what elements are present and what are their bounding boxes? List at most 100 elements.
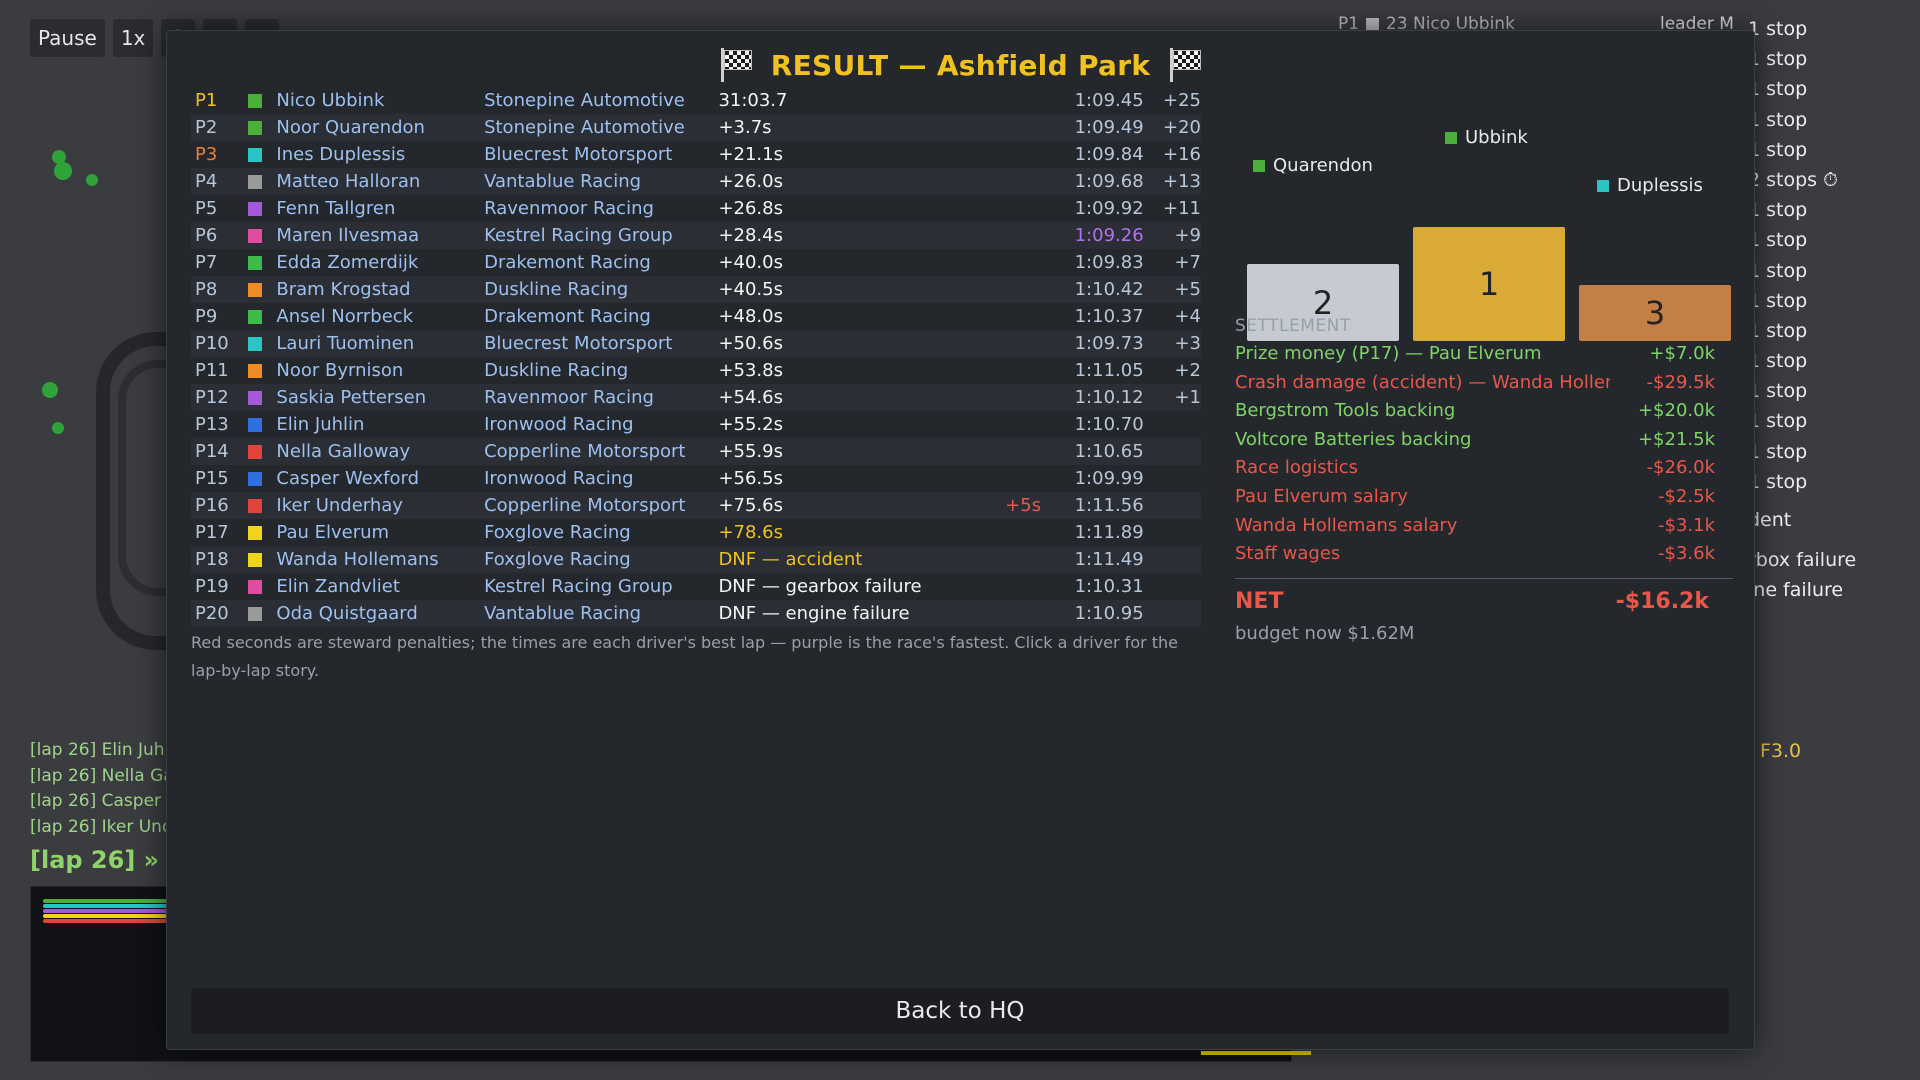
- driver-name[interactable]: Elin Juhlin: [276, 414, 484, 435]
- best-lap-time: 1:10.42: [1074, 279, 1144, 300]
- driver-name[interactable]: Fenn Tallgren: [276, 198, 484, 219]
- best-lap-time: 1:10.37: [1074, 306, 1144, 327]
- result-row[interactable]: P9 Ansel Norrbeck Drakemont Racing +48.0s 1:…: [191, 303, 1201, 330]
- driver-name[interactable]: Lauri Tuominen: [276, 333, 484, 354]
- driver-name[interactable]: Bram Krogstad: [276, 279, 484, 300]
- result-row[interactable]: P18 Wanda Hollemans Foxglove Racing DNF — a…: [191, 546, 1201, 573]
- best-lap-time: 1:09.84: [1074, 144, 1144, 165]
- divider: [1235, 577, 1733, 579]
- pause-button[interactable]: Pause: [30, 19, 105, 57]
- driver-name[interactable]: Iker Underhay: [276, 495, 484, 516]
- race-gap: +40.5s: [718, 279, 783, 300]
- result-row[interactable]: P10 Lauri Tuominen Bluecrest Motorsport +50…: [191, 330, 1201, 357]
- back-to-hq-button[interactable]: Back to HQ: [191, 988, 1729, 1034]
- team-name: Drakemont Racing: [484, 306, 651, 327]
- driver-name[interactable]: Elin Zandvliet: [276, 576, 484, 597]
- position-label: P12: [195, 387, 229, 408]
- team-name: Ravenmoor Racing: [484, 387, 654, 408]
- result-row[interactable]: P16 Iker Underhay Copperline Motorsport +75…: [191, 492, 1201, 519]
- driver-name[interactable]: Ines Duplessis: [276, 144, 484, 165]
- position-label: P13: [195, 414, 229, 435]
- pit-stop-label: 1 stop: [1748, 138, 1808, 161]
- best-lap-time: 1:11.05: [1074, 360, 1144, 381]
- best-lap-time: 1:11.56: [1074, 495, 1144, 516]
- result-row[interactable]: P17 Pau Elverum Foxglove Racing +78.6s 1:11.…: [191, 519, 1201, 546]
- result-row[interactable]: P14 Nella Galloway Copperline Motorsport +5…: [191, 438, 1201, 465]
- driver-name[interactable]: Wanda Hollemans: [276, 549, 484, 570]
- race-gap: +48.0s: [718, 306, 783, 327]
- settlement-label: Bergstrom Tools backing: [1235, 400, 1456, 422]
- result-row[interactable]: P11 Noor Byrnison Duskline Racing +53.8s 1:1…: [191, 357, 1201, 384]
- result-row[interactable]: P13 Elin Juhlin Ironwood Racing +55.2s 1:10.…: [191, 411, 1201, 438]
- team-name: Ironwood Racing: [484, 414, 634, 435]
- result-row[interactable]: P7 Edda Zomerdijk Drakemont Racing +40.0s 1:…: [191, 249, 1201, 276]
- points-awarded: +20: [1163, 117, 1202, 138]
- race-gap: DNF — engine failure: [718, 603, 910, 624]
- points-awarded: +2: [1174, 360, 1202, 381]
- settlement-amount: +$20.0k: [1637, 400, 1715, 422]
- best-lap-time: 1:09.99: [1074, 468, 1144, 489]
- result-row[interactable]: P3 Ines Duplessis Bluecrest Motorsport +21.…: [191, 141, 1201, 168]
- driver-name[interactable]: Oda Quistgaard: [276, 603, 484, 624]
- result-row[interactable]: P15 Casper Wexford Ironwood Racing +56.5s 1:…: [191, 465, 1201, 492]
- settlement-label: Voltcore Batteries backing: [1235, 428, 1472, 450]
- team-name: Drakemont Racing: [484, 252, 651, 273]
- team-color-swatch: [248, 201, 263, 216]
- checkered-flag-icon: [1168, 48, 1202, 82]
- settlement-label: Wanda Hollemans salary: [1235, 514, 1458, 536]
- podium-first-label: Ubbink: [1445, 127, 1528, 148]
- driver-name[interactable]: Ansel Norrbeck: [276, 306, 484, 327]
- pit-stop-column: 1 stop 1 stop 1 stop 1 stop 1 stop 2 stops ⏱ 1…: [1748, 17, 1908, 609]
- pit-stop-label: 1 stop: [1748, 319, 1808, 342]
- driver-name[interactable]: Edda Zomerdijk: [276, 252, 484, 273]
- settlement-label: Pau Elverum salary: [1235, 485, 1408, 507]
- settlement-panel: SETTLEMENT Prize money (P17) — Pau Elver…: [1235, 309, 1735, 649]
- car-marker: [54, 162, 72, 180]
- team-color-swatch: [248, 255, 263, 270]
- driver-name[interactable]: Maren Ilvesmaa: [276, 225, 484, 246]
- team-name: Copperline Motorsport: [484, 495, 686, 516]
- pit-stop-label: ine failure: [1748, 579, 1844, 602]
- settlement-line: Race logistics -$26.0k: [1235, 457, 1735, 486]
- best-lap-time: 1:10.70: [1074, 414, 1144, 435]
- settlement-label: Staff wages: [1235, 543, 1341, 565]
- result-row[interactable]: P20 Oda Quistgaard Vantablue Racing DNF — e…: [191, 600, 1201, 627]
- net-label: NET: [1235, 588, 1284, 614]
- result-row[interactable]: P1 Nico Ubbink Stonepine Automotive 31:03.7…: [191, 87, 1201, 114]
- driver-name[interactable]: Matteo Halloran: [276, 171, 484, 192]
- car-marker: [86, 174, 98, 186]
- result-row[interactable]: P2 Noor Quarendon Stonepine Automotive +3.7…: [191, 114, 1201, 141]
- podium-second-name: Quarendon: [1273, 155, 1373, 176]
- pit-stop-label: rbox failure: [1748, 549, 1857, 572]
- result-row[interactable]: P8 Bram Krogstad Duskline Racing +40.5s 1:10…: [191, 276, 1201, 303]
- team-color-swatch: [248, 471, 263, 486]
- settlement-line: Prize money (P17) — Pau Elverum +$7.0k: [1235, 343, 1735, 372]
- result-row[interactable]: P12 Saskia Pettersen Ravenmoor Racing +54.6…: [191, 384, 1201, 411]
- driver-name[interactable]: Casper Wexford: [276, 468, 484, 489]
- best-lap-time: 1:10.31: [1074, 576, 1144, 597]
- result-row[interactable]: P5 Fenn Tallgren Ravenmoor Racing +26.8s 1:0…: [191, 195, 1201, 222]
- driver-name[interactable]: Nella Galloway: [276, 441, 484, 462]
- settlement-line: Voltcore Batteries backing +$21.5k: [1235, 429, 1735, 458]
- team-color-swatch: [248, 552, 263, 567]
- team-color-swatch: [248, 579, 263, 594]
- driver-name[interactable]: Noor Quarendon: [276, 117, 484, 138]
- pit-stop-label: 1 stop: [1748, 380, 1808, 403]
- team-color-swatch: [248, 228, 263, 243]
- points-awarded: +4: [1174, 306, 1202, 327]
- driver-name[interactable]: Nico Ubbink: [276, 90, 484, 111]
- result-row[interactable]: P4 Matteo Halloran Vantablue Racing +26.0s 1…: [191, 168, 1201, 195]
- driver-name[interactable]: Pau Elverum: [276, 522, 484, 543]
- result-row[interactable]: P6 Maren Ilvesmaa Kestrel Racing Group +28.…: [191, 222, 1201, 249]
- team-color-swatch: [248, 174, 263, 189]
- driver-name[interactable]: Noor Byrnison: [276, 360, 484, 381]
- points-awarded: +25: [1163, 90, 1202, 111]
- pit-stop-label: 1 stop: [1748, 289, 1808, 312]
- result-row[interactable]: P19 Elin Zandvliet Kestrel Racing Group DNF…: [191, 573, 1201, 600]
- budget-readout: budget now $1.62M: [1235, 622, 1415, 644]
- points-awarded: +1: [1174, 387, 1202, 408]
- driver-name[interactable]: Saskia Pettersen: [276, 387, 484, 408]
- team-name: Copperline Motorsport: [484, 441, 686, 462]
- race-gap: +54.6s: [718, 387, 783, 408]
- speed-1x-button[interactable]: 1x: [112, 19, 154, 57]
